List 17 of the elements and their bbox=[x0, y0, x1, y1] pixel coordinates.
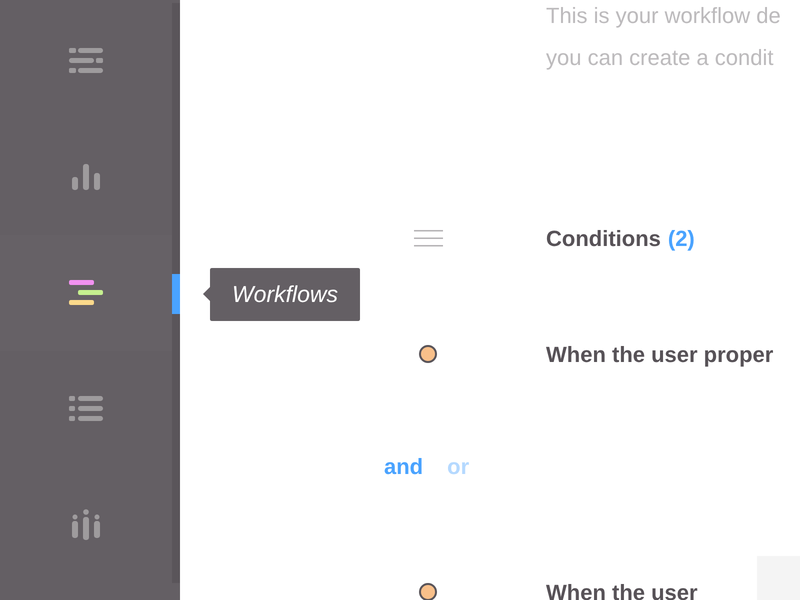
bar-chart-icon bbox=[72, 164, 100, 190]
operator-toggle[interactable]: or bbox=[447, 450, 470, 482]
description-text: This is your workflow de bbox=[546, 2, 782, 30]
active-indicator bbox=[172, 274, 180, 314]
condition-text: When the user bbox=[546, 578, 698, 600]
bullet-list-icon bbox=[69, 395, 103, 423]
conditions-count: (2) bbox=[668, 224, 695, 253]
operator-toggle[interactable]: and bbox=[384, 450, 424, 482]
tooltip: Workflows bbox=[210, 268, 360, 321]
people-icon bbox=[72, 509, 100, 541]
description-text: you can create a condit bbox=[546, 44, 774, 72]
workflow-icon bbox=[69, 279, 103, 307]
tooltip-arrow bbox=[203, 287, 210, 301]
conditions-title: Conditions bbox=[546, 224, 661, 252]
condition-text: When the user proper bbox=[546, 340, 774, 369]
menu-icon[interactable] bbox=[414, 230, 442, 246]
list-icon bbox=[69, 47, 103, 75]
